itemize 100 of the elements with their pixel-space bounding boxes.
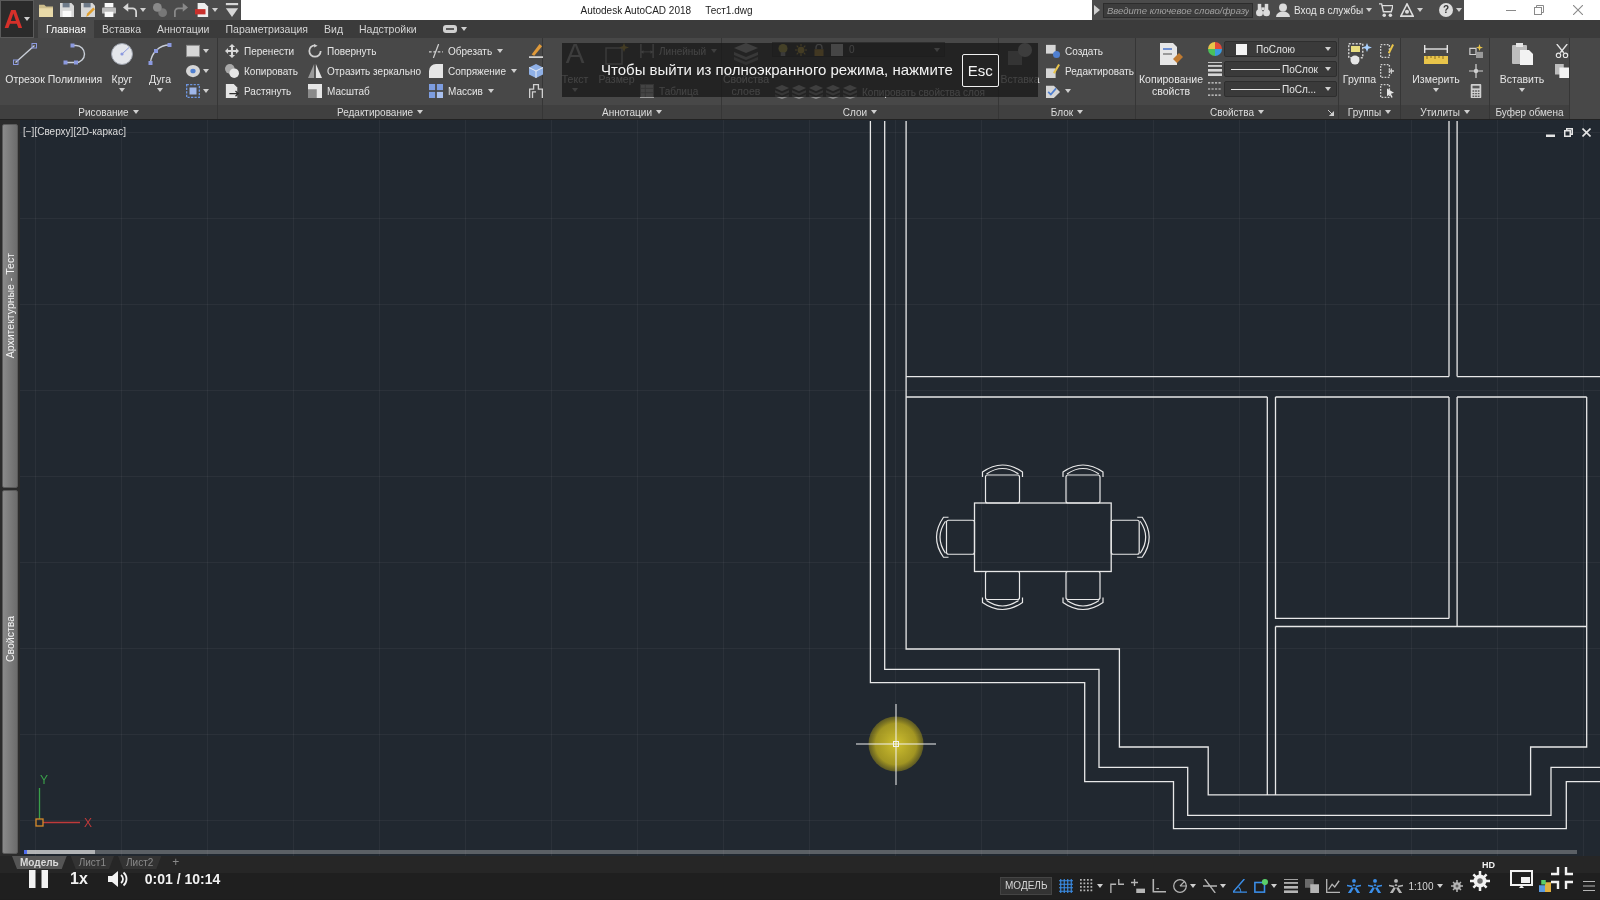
dashed-lines-icon[interactable] xyxy=(1208,82,1222,96)
angle-icon[interactable] xyxy=(1233,879,1248,893)
caret-icon[interactable] xyxy=(1366,8,1373,12)
plus-point-icon[interactable] xyxy=(1469,64,1483,78)
caret-icon[interactable] xyxy=(1325,87,1331,91)
caret-icon[interactable] xyxy=(1385,110,1392,114)
model-space-button[interactable]: МОДЕЛЬ xyxy=(1000,877,1053,895)
ribbon-tab[interactable]: Аннотации xyxy=(149,20,218,38)
sign-in-link[interactable]: Вход в службы xyxy=(1294,4,1364,16)
caret-icon[interactable] xyxy=(1077,110,1084,114)
ribbon-button[interactable]: Дуга xyxy=(140,38,180,105)
caret-icon[interactable] xyxy=(1417,8,1424,12)
figure-icon[interactable] xyxy=(1347,879,1362,893)
ribbon-button[interactable]: Редактировать xyxy=(1046,61,1135,81)
dialog-launcher-icon[interactable] xyxy=(1328,110,1334,116)
ribbon-button[interactable]: Отразить зеркально xyxy=(308,61,429,81)
caret-icon[interactable] xyxy=(1463,110,1470,114)
colored-blocks-icon[interactable] xyxy=(1538,880,1551,892)
caret-icon[interactable] xyxy=(1257,110,1264,114)
ribbon-button[interactable]: Масштаб xyxy=(308,81,429,101)
ribbon-button[interactable]: Повернуть xyxy=(308,41,429,61)
speaker-icon[interactable] xyxy=(107,870,128,888)
settings-icon[interactable] xyxy=(1470,871,1490,891)
folder-icon[interactable] xyxy=(39,3,53,17)
user-icon[interactable] xyxy=(1276,3,1290,17)
ribbon-button[interactable]: Перенести xyxy=(225,41,308,61)
caret-icon[interactable] xyxy=(1456,8,1463,12)
dropdown-bar-icon[interactable] xyxy=(225,3,239,17)
exit-fullscreen-icon[interactable] xyxy=(1551,867,1573,889)
ribbon-button[interactable]: Полилиния xyxy=(46,38,104,105)
playback-speed-button[interactable]: 1x xyxy=(70,870,88,888)
property-dropdown[interactable]: ПоСлок xyxy=(1224,61,1337,77)
dotted-grid-icon[interactable] xyxy=(1080,879,1095,893)
expand-arrow-icon[interactable] xyxy=(1094,5,1100,15)
brush-icon[interactable] xyxy=(529,44,543,58)
calculator-icon[interactable] xyxy=(1469,84,1483,98)
binoculars-icon[interactable] xyxy=(1256,3,1270,17)
documents-icon[interactable] xyxy=(1555,64,1569,78)
ribbon-tab[interactable]: Вид xyxy=(316,20,351,38)
dashed-box-pencil-icon[interactable] xyxy=(1380,44,1394,58)
caret-icon[interactable] xyxy=(511,69,517,73)
triangle-icon[interactable] xyxy=(1400,3,1415,17)
ribbon-button[interactable]: Вставить xyxy=(1498,38,1546,105)
panel-title[interactable]: Блок xyxy=(999,105,1135,119)
caret-icon[interactable] xyxy=(212,8,218,12)
plus-field-icon[interactable] xyxy=(1131,879,1146,893)
caret-icon[interactable] xyxy=(871,110,878,114)
caret-icon[interactable] xyxy=(1436,884,1443,888)
floppy-pencil-icon[interactable] xyxy=(81,3,95,17)
caret-icon[interactable] xyxy=(1220,884,1227,888)
caret-icon[interactable] xyxy=(203,49,209,53)
caret-icon[interactable] xyxy=(132,110,139,114)
palette-tab[interactable]: Архитектурные - Тест xyxy=(2,124,18,488)
property-dropdown[interactable]: ПоСлою xyxy=(1224,41,1337,57)
caret-icon[interactable] xyxy=(1065,89,1071,93)
cart-icon[interactable] xyxy=(1379,3,1394,17)
caret-icon[interactable] xyxy=(203,69,209,73)
help-button[interactable]: ? xyxy=(1439,3,1454,17)
caret-icon[interactable] xyxy=(203,89,209,93)
palette-tab[interactable]: Свойства xyxy=(2,490,18,854)
pdf-document-icon[interactable] xyxy=(195,3,209,17)
figure-icon[interactable] xyxy=(1368,879,1383,893)
caret-icon[interactable] xyxy=(417,110,424,114)
stepped-outline-icon[interactable] xyxy=(529,84,543,98)
ribbon-button[interactable]: Создать xyxy=(1046,41,1103,61)
panel-title[interactable]: Утилиты xyxy=(1401,105,1489,119)
caret-icon[interactable] xyxy=(23,17,30,21)
color-wheel-icon[interactable] xyxy=(1208,42,1222,56)
ribbon-tab[interactable]: Параметризация xyxy=(217,20,316,38)
scissors-icon[interactable] xyxy=(1555,44,1569,58)
caret-icon[interactable] xyxy=(157,88,163,92)
caret-icon[interactable] xyxy=(140,8,146,12)
ribbon-tab[interactable]: Надстройки xyxy=(351,20,425,38)
property-dropdown[interactable]: ПоСл... xyxy=(1224,81,1337,97)
corner-lines-icon[interactable] xyxy=(1110,879,1125,893)
panel-title[interactable]: Редактирование xyxy=(218,105,542,119)
figure-icon[interactable] xyxy=(1389,879,1404,893)
caret-icon[interactable] xyxy=(1325,47,1331,51)
caret-icon[interactable] xyxy=(460,27,467,31)
layout-tab[interactable]: Лист1 xyxy=(70,856,114,869)
add-layout-button[interactable]: + xyxy=(169,856,183,869)
panel-title[interactable]: Слои xyxy=(722,105,998,119)
ellipse-icon[interactable] xyxy=(186,64,200,78)
video-progress-track[interactable] xyxy=(24,850,1577,854)
crossed-lines-icon[interactable] xyxy=(1203,879,1218,893)
dashed-box-cursor-icon[interactable] xyxy=(1380,84,1394,98)
line-weights-icon[interactable] xyxy=(1208,62,1222,76)
viewport-controls-label[interactable]: [−][Сверху][2D-каркас] xyxy=(23,126,126,138)
gear-icon[interactable] xyxy=(1450,880,1463,892)
sparkle-squares-icon[interactable] xyxy=(1469,44,1483,58)
caret-icon[interactable] xyxy=(656,110,662,114)
annotation-scale-button[interactable]: 1:100 xyxy=(1408,880,1434,892)
panel-title[interactable]: Рисование xyxy=(0,105,217,119)
caret-icon[interactable] xyxy=(119,88,125,92)
dashed-box-plus-icon[interactable] xyxy=(1380,64,1394,78)
panel-title[interactable]: Свойства xyxy=(1136,105,1338,119)
right-angle-icon[interactable] xyxy=(1152,879,1167,893)
caret-icon[interactable] xyxy=(1097,884,1104,888)
panel-title[interactable]: Буфер обмена xyxy=(1490,105,1569,119)
menu-icon[interactable] xyxy=(1582,880,1595,892)
